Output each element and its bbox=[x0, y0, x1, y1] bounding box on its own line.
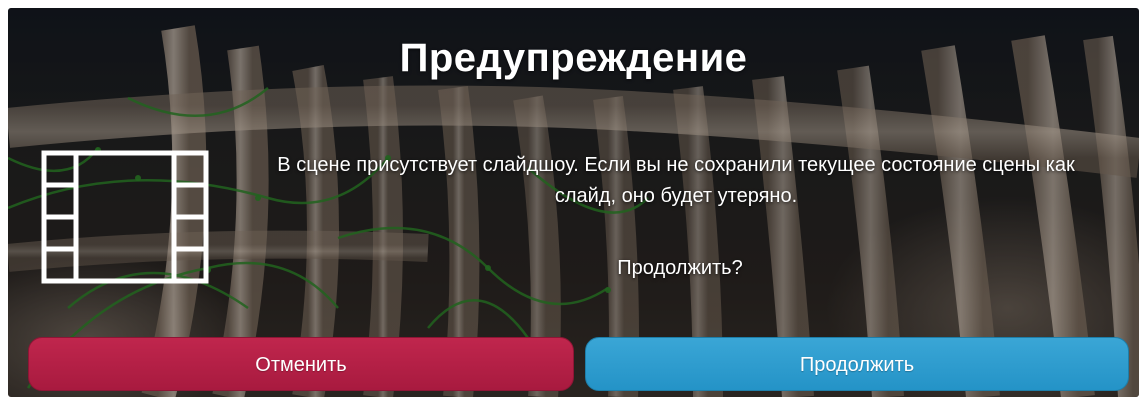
cancel-button[interactable]: Отменить bbox=[28, 337, 574, 391]
continue-button[interactable]: Продолжить bbox=[585, 337, 1129, 391]
dialog-message: В сцене присутствует слайдшоу. Если вы н… bbox=[277, 154, 1075, 207]
dialog-title: Предупреждение bbox=[399, 36, 748, 80]
slideshow-filmstrip-icon bbox=[41, 150, 209, 284]
dialog-question: Продолжить? bbox=[617, 257, 743, 279]
